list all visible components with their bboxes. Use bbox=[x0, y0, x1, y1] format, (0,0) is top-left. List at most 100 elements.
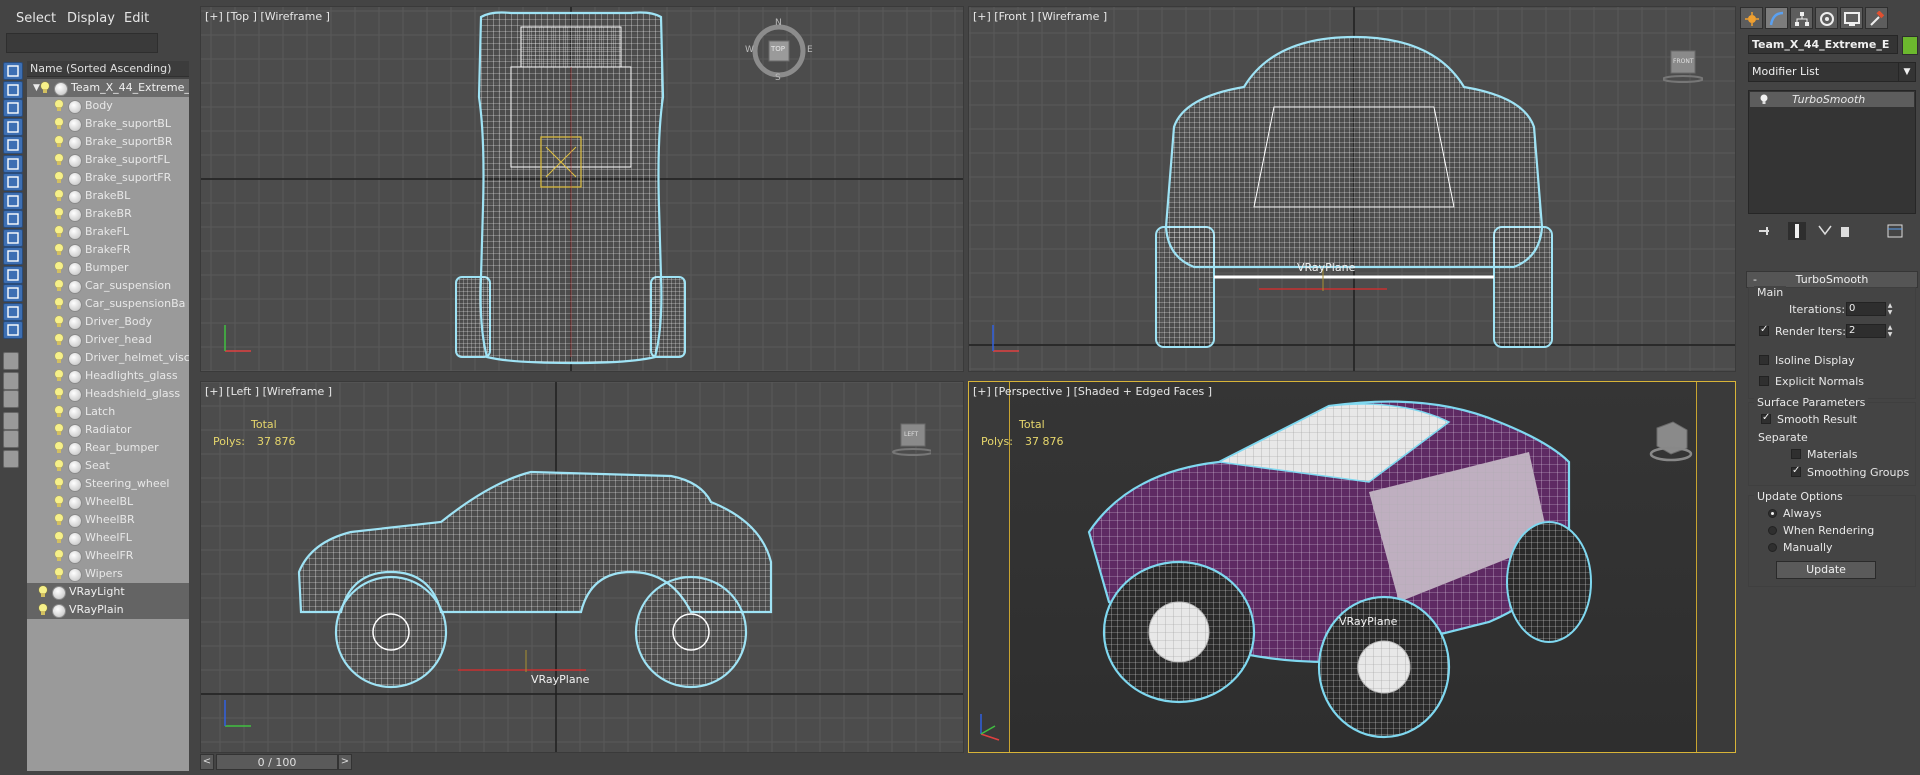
filter-button[interactable] bbox=[3, 136, 23, 154]
tab-hierarchy[interactable] bbox=[1790, 7, 1813, 29]
light-bulb-icon[interactable] bbox=[55, 298, 63, 309]
light-bulb-icon[interactable] bbox=[55, 388, 63, 399]
light-bulb-icon[interactable] bbox=[55, 478, 63, 489]
tab-display[interactable] bbox=[1840, 7, 1863, 29]
light-bulb-icon[interactable] bbox=[55, 262, 63, 273]
tree-item[interactable]: Car_suspensionBa bbox=[27, 295, 189, 313]
tree-item[interactable]: Body bbox=[27, 97, 189, 115]
filter-button[interactable] bbox=[3, 412, 19, 430]
tree-item[interactable]: WheelFR bbox=[27, 547, 189, 565]
tree-item[interactable]: Steering_wheel bbox=[27, 475, 189, 493]
pin-stack-icon[interactable] bbox=[1756, 222, 1774, 240]
light-bulb-icon[interactable] bbox=[55, 280, 63, 291]
light-bulb-icon[interactable] bbox=[55, 208, 63, 219]
tree-item[interactable]: VRayPlain bbox=[27, 601, 189, 619]
update-always-radio[interactable] bbox=[1768, 509, 1777, 518]
explorer-search-input[interactable] bbox=[6, 33, 158, 53]
show-end-result-icon[interactable] bbox=[1788, 222, 1806, 240]
light-bulb-icon[interactable] bbox=[55, 154, 63, 165]
viewcube-front[interactable]: FRONT bbox=[1662, 45, 1704, 88]
menu-select[interactable]: Select bbox=[16, 11, 56, 26]
smooth-result-checkbox[interactable] bbox=[1761, 412, 1771, 424]
viewport-label-left[interactable]: [+] [Left ] [Wireframe ] bbox=[205, 385, 332, 398]
update-manually-radio[interactable] bbox=[1768, 543, 1777, 552]
light-bulb-icon[interactable] bbox=[55, 226, 63, 237]
light-bulb-icon[interactable] bbox=[55, 136, 63, 147]
tree-column-header[interactable]: Name (Sorted Ascending) bbox=[27, 61, 189, 77]
filter-button[interactable] bbox=[3, 210, 23, 228]
filter-button[interactable] bbox=[3, 228, 23, 247]
light-bulb-icon[interactable] bbox=[39, 586, 47, 597]
light-bulb-icon[interactable] bbox=[55, 100, 63, 111]
smoothing-groups-checkbox[interactable] bbox=[1791, 465, 1801, 477]
timeline-next-button[interactable]: > bbox=[338, 754, 352, 770]
filter-button[interactable] bbox=[3, 80, 23, 99]
timeline-prev-button[interactable]: < bbox=[200, 754, 214, 770]
remove-modifier-icon[interactable] bbox=[1836, 222, 1854, 240]
tree-item[interactable]: BrakeFL bbox=[27, 223, 189, 241]
tab-modify[interactable] bbox=[1765, 7, 1788, 29]
light-bulb-icon[interactable] bbox=[55, 406, 63, 417]
tree-item[interactable]: Brake_suportFR bbox=[27, 169, 189, 187]
light-bulb-icon[interactable] bbox=[55, 334, 63, 345]
light-bulb-icon[interactable] bbox=[55, 514, 63, 525]
filter-button[interactable] bbox=[3, 430, 19, 448]
light-bulb-icon[interactable] bbox=[41, 82, 49, 93]
viewport-front[interactable]: VRayPlane FRONT [+] [Front ] [Wireframe … bbox=[968, 6, 1736, 372]
configure-sets-icon[interactable] bbox=[1886, 222, 1904, 240]
light-bulb-icon[interactable] bbox=[55, 532, 63, 543]
tree-item[interactable]: Radiator bbox=[27, 421, 189, 439]
tree-item[interactable]: BrakeBR bbox=[27, 205, 189, 223]
render-iters-spinner[interactable]: 2 bbox=[1846, 324, 1886, 338]
spinner-arrows-icon[interactable]: ▲ ▼ bbox=[1886, 302, 1894, 316]
tree-item[interactable]: Rear_bumper bbox=[27, 439, 189, 457]
tree-item-root[interactable]: ▼ Team_X_44_Extreme_ bbox=[27, 79, 189, 97]
filter-button[interactable] bbox=[3, 191, 23, 210]
light-bulb-icon[interactable] bbox=[55, 352, 63, 363]
filter-button[interactable] bbox=[3, 302, 23, 321]
tree-item[interactable]: Driver_head bbox=[27, 331, 189, 349]
explicit-normals-checkbox[interactable] bbox=[1759, 376, 1769, 386]
tree-item[interactable]: BrakeFR bbox=[27, 241, 189, 259]
light-bulb-icon[interactable] bbox=[55, 568, 63, 579]
viewcube-perspective[interactable] bbox=[1647, 418, 1693, 467]
menu-edit[interactable]: Edit bbox=[124, 11, 149, 26]
tab-create[interactable] bbox=[1740, 7, 1763, 29]
modifier-list-dropdown[interactable]: Modifier List ▼ bbox=[1748, 62, 1916, 82]
filter-button[interactable] bbox=[3, 62, 23, 80]
materials-checkbox[interactable] bbox=[1791, 449, 1801, 459]
filter-button[interactable] bbox=[3, 173, 23, 191]
light-bulb-icon[interactable] bbox=[55, 442, 63, 453]
light-bulb-icon[interactable] bbox=[39, 604, 47, 615]
isoline-display-checkbox[interactable] bbox=[1759, 355, 1769, 365]
filter-button[interactable] bbox=[3, 117, 23, 136]
tree-item[interactable]: WheelFL bbox=[27, 529, 189, 547]
viewport-perspective[interactable]: Total Polys: 37 876 VRayPlane [+] [Perspe… bbox=[968, 381, 1736, 753]
time-slider[interactable]: 0 / 100 bbox=[216, 754, 338, 770]
tree-item[interactable]: Seat bbox=[27, 457, 189, 475]
tree-item[interactable]: VRayLight bbox=[27, 583, 189, 601]
filter-button[interactable] bbox=[3, 99, 23, 117]
light-bulb-icon[interactable] bbox=[55, 172, 63, 183]
tree-item[interactable]: Driver_Body bbox=[27, 313, 189, 331]
tree-item[interactable]: Driver_helmet_visc bbox=[27, 349, 189, 367]
object-name-field[interactable]: Team_X_44_Extreme_E bbox=[1748, 35, 1898, 54]
viewport-label-front[interactable]: [+] [Front ] [Wireframe ] bbox=[973, 10, 1107, 23]
light-bulb-icon[interactable] bbox=[55, 190, 63, 201]
light-bulb-icon[interactable] bbox=[55, 496, 63, 507]
light-bulb-icon[interactable] bbox=[55, 460, 63, 471]
filter-button[interactable] bbox=[3, 352, 19, 370]
tree-item[interactable]: Car_suspension bbox=[27, 277, 189, 295]
tree-item[interactable]: WheelBL bbox=[27, 493, 189, 511]
update-button[interactable]: Update bbox=[1776, 561, 1876, 579]
tab-utilities[interactable] bbox=[1865, 7, 1888, 29]
spinner-arrows-icon[interactable]: ▲ ▼ bbox=[1886, 324, 1894, 338]
tree-item[interactable]: Brake_suportFL bbox=[27, 151, 189, 169]
filter-button[interactable] bbox=[3, 154, 23, 173]
light-bulb-icon[interactable] bbox=[55, 370, 63, 381]
filter-button[interactable] bbox=[3, 372, 19, 390]
filter-button[interactable] bbox=[3, 265, 23, 284]
tab-motion[interactable] bbox=[1815, 7, 1838, 29]
object-color-swatch[interactable] bbox=[1902, 36, 1918, 55]
light-bulb-icon[interactable] bbox=[55, 316, 63, 327]
